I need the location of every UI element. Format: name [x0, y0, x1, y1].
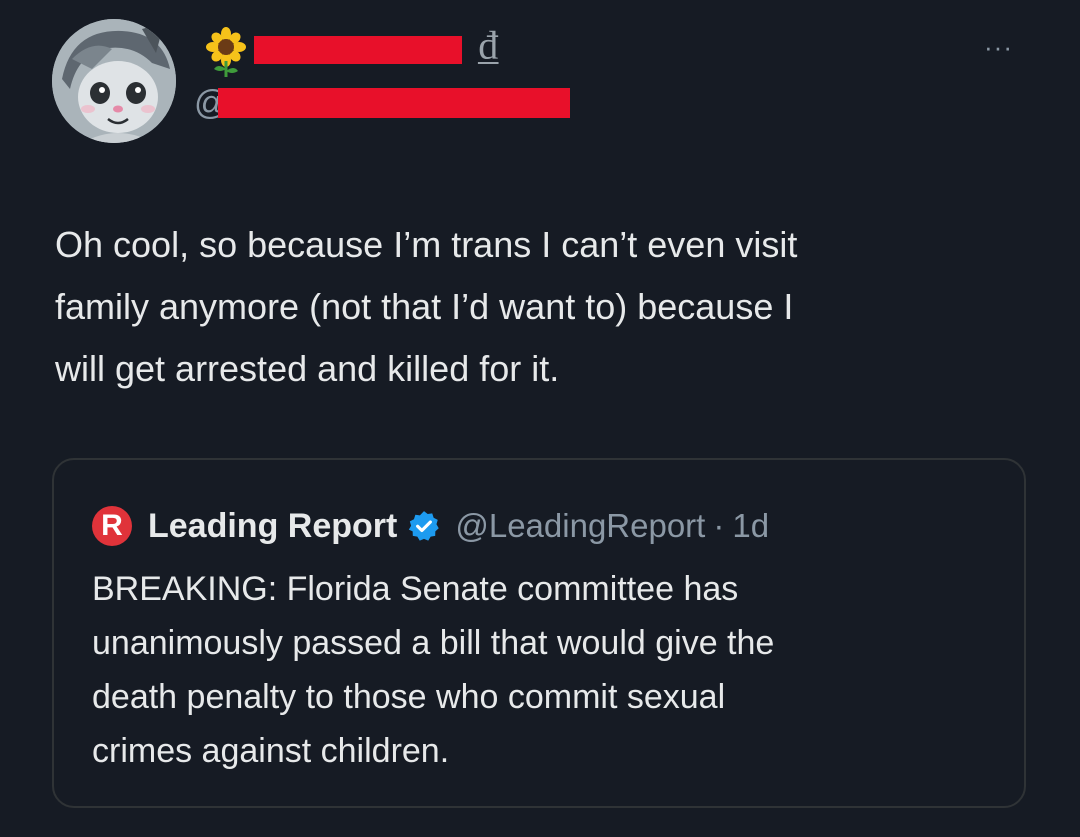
tweet-card: ₫ @ ··· Oh cool, so because I’m trans I …	[0, 0, 1080, 837]
quoted-tweet[interactable]: R Leading Report @LeadingReport · 1d BRE…	[52, 458, 1026, 808]
verified-badge-icon	[407, 509, 441, 543]
tweet-text: Oh cool, so because I’m trans I can’t ev…	[55, 224, 798, 389]
quoted-display-name[interactable]: Leading Report	[148, 507, 397, 546]
more-options-icon[interactable]: ···	[984, 34, 1013, 60]
display-name-redaction	[254, 36, 462, 64]
quoted-handle[interactable]: @LeadingReport	[455, 507, 705, 545]
quoted-separator: ·	[713, 507, 725, 544]
sunflower-icon	[204, 27, 248, 77]
leading-report-logo-icon: R	[92, 506, 132, 546]
user-avatar[interactable]	[52, 19, 176, 143]
avatar-image	[52, 19, 176, 143]
display-name-row	[204, 24, 248, 80]
display-name-glyph: ₫	[478, 23, 499, 69]
handle-redaction	[218, 88, 570, 118]
quoted-tweet-header: R Leading Report @LeadingReport · 1d	[92, 504, 769, 548]
quoted-tweet-text: BREAKING: Florida Senate committee has u…	[92, 570, 775, 770]
quoted-timestamp[interactable]: 1d	[732, 507, 769, 545]
